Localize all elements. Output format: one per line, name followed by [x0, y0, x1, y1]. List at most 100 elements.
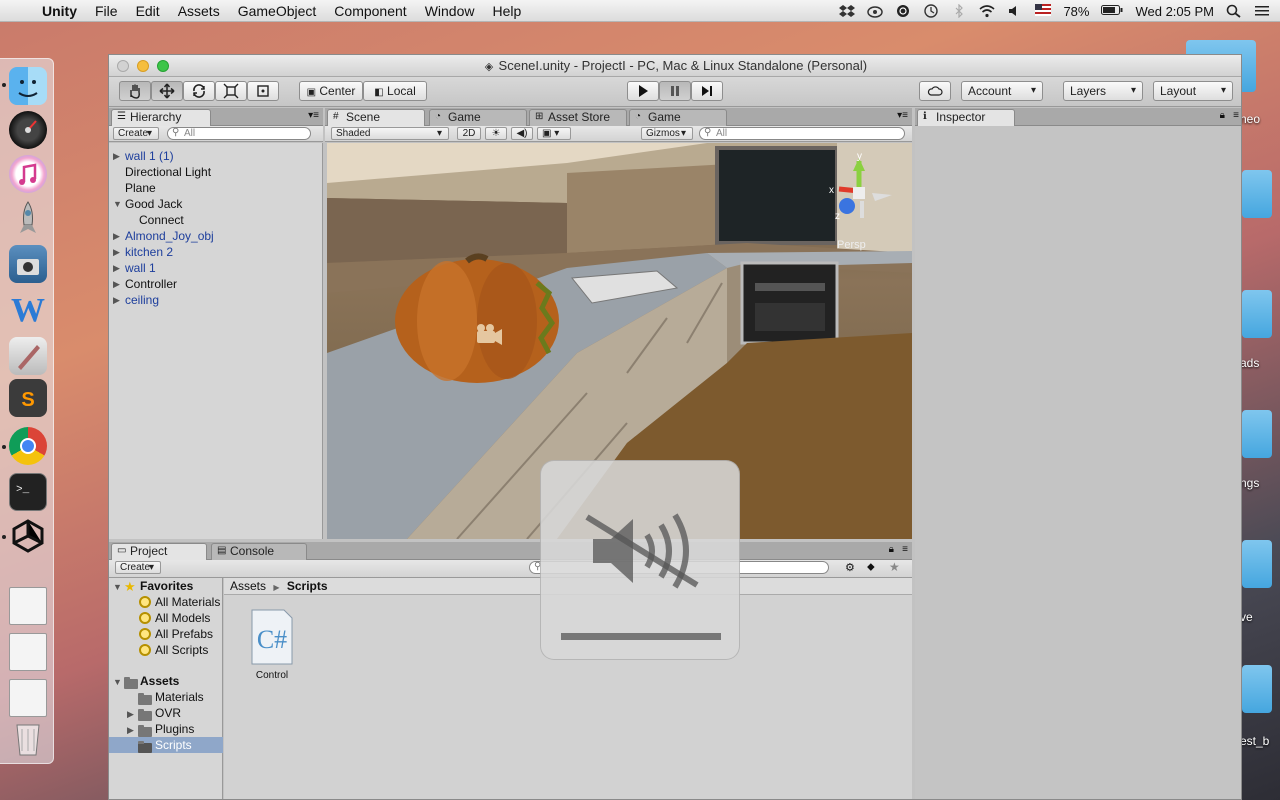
- menu-component[interactable]: Component: [334, 3, 406, 19]
- wifi-icon[interactable]: [979, 4, 995, 18]
- menu-edit[interactable]: Edit: [136, 3, 160, 19]
- dashboard-icon[interactable]: [9, 111, 47, 149]
- pause-button[interactable]: [659, 81, 691, 101]
- desktop-folder-icon[interactable]: [1242, 665, 1272, 713]
- favorite-star-icon[interactable]: ★: [889, 560, 900, 574]
- document-thumbnail-icon[interactable]: [9, 587, 47, 625]
- spotlight-search-icon[interactable]: [1226, 4, 1242, 18]
- hierarchy-search-input[interactable]: All: [167, 127, 311, 140]
- tab-scene[interactable]: # Scene: [327, 109, 425, 127]
- layout-dropdown[interactable]: Layout: [1153, 81, 1233, 101]
- lock-icon[interactable]: 🔒︎: [889, 544, 894, 555]
- menu-gameobject[interactable]: GameObject: [238, 3, 317, 19]
- folder-plugins[interactable]: Plugins: [155, 721, 194, 737]
- tab-game[interactable]: ◔ Game: [429, 109, 527, 126]
- hierarchy-item[interactable]: kitchen 2: [125, 244, 173, 260]
- zoom-button[interactable]: [157, 60, 169, 72]
- finder-icon[interactable]: [9, 67, 47, 105]
- favorite-all-scripts[interactable]: All Scripts: [155, 642, 208, 658]
- terminal-icon[interactable]: >_: [9, 473, 47, 511]
- pencil-app-icon[interactable]: [9, 337, 47, 375]
- chrome-icon[interactable]: [9, 427, 47, 465]
- menubar-clock[interactable]: Wed 2:05 PM: [1135, 4, 1214, 19]
- expand-triangle-icon[interactable]: ▶: [113, 231, 120, 242]
- document-thumbnail-icon[interactable]: [9, 633, 47, 671]
- persp-label[interactable]: Persp: [837, 239, 866, 251]
- creative-cloud-icon[interactable]: [895, 4, 911, 18]
- hierarchy-item[interactable]: Controller: [125, 276, 177, 292]
- breadcrumb-scripts[interactable]: Scripts: [287, 579, 328, 593]
- expand-triangle-icon[interactable]: ▶: [113, 295, 120, 306]
- pivot-center-button[interactable]: ▣ Center: [299, 81, 363, 101]
- expand-triangle-icon[interactable]: ▶: [113, 247, 120, 258]
- gizmo-z-axis[interactable]: [839, 198, 855, 214]
- move-tool-button[interactable]: [151, 81, 183, 101]
- unity-icon[interactable]: [9, 517, 47, 555]
- launchpad-rocket-icon[interactable]: [9, 199, 47, 237]
- folder-ovr[interactable]: OVR: [155, 705, 181, 721]
- layers-dropdown[interactable]: Layers: [1063, 81, 1143, 101]
- hierarchy-item[interactable]: Plane: [125, 180, 156, 196]
- image-capture-icon[interactable]: [9, 245, 47, 283]
- project-create-dropdown[interactable]: Create: [115, 561, 161, 574]
- notification-center-icon[interactable]: [1254, 4, 1270, 18]
- tab-console[interactable]: ▤ Console: [211, 543, 307, 560]
- scene-audio-toggle[interactable]: ◀): [511, 127, 533, 140]
- step-button[interactable]: [691, 81, 723, 101]
- word-icon[interactable]: W: [9, 291, 47, 329]
- shading-mode-dropdown[interactable]: Shaded: [331, 127, 449, 140]
- document-thumbnail-icon[interactable]: [9, 679, 47, 717]
- time-machine-icon[interactable]: [923, 4, 939, 18]
- dropbox-icon[interactable]: [839, 4, 856, 18]
- favorite-all-materials[interactable]: All Materials: [155, 594, 220, 610]
- menu-assets[interactable]: Assets: [178, 3, 220, 19]
- hierarchy-item[interactable]: ceiling: [125, 292, 159, 308]
- desktop-label[interactable]: ads: [1240, 356, 1259, 370]
- desktop-label[interactable]: est_b: [1240, 734, 1269, 748]
- filter-by-type-icon[interactable]: ⚙: [845, 561, 855, 574]
- tab-project[interactable]: ▭ Project: [111, 543, 207, 561]
- desktop-folder-icon[interactable]: [1242, 540, 1272, 588]
- expand-triangle-icon[interactable]: ▶: [113, 151, 120, 162]
- scene-lighting-toggle[interactable]: ☀: [485, 127, 507, 140]
- breadcrumb-assets[interactable]: Assets: [230, 579, 266, 593]
- scene-effects-toggle[interactable]: ▣ ▾: [537, 127, 571, 140]
- tab-hierarchy[interactable]: ☰ Hierarchy: [111, 109, 211, 127]
- hierarchy-item[interactable]: Directional Light: [125, 164, 211, 180]
- desktop-folder-icon[interactable]: [1242, 410, 1272, 458]
- bluetooth-icon[interactable]: [951, 3, 967, 19]
- scale-tool-button[interactable]: [215, 81, 247, 101]
- scene-search-input[interactable]: All: [699, 127, 905, 140]
- close-button[interactable]: [117, 60, 129, 72]
- expand-triangle-icon[interactable]: ▼: [113, 677, 122, 687]
- minimize-button[interactable]: [137, 60, 149, 72]
- window-titlebar[interactable]: ◈ SceneI.unity - ProjectI - PC, Mac & Li…: [109, 55, 1241, 77]
- itunes-icon[interactable]: [9, 155, 47, 193]
- app-menu-unity[interactable]: Unity: [42, 3, 77, 19]
- expand-triangle-icon[interactable]: ▶: [113, 263, 120, 274]
- panel-menu-icon[interactable]: ≡: [902, 544, 908, 555]
- volume-icon[interactable]: [1007, 4, 1023, 18]
- toggle-2d-button[interactable]: 2D: [457, 127, 481, 140]
- rotate-tool-button[interactable]: [183, 81, 215, 101]
- panel-menu-icon[interactable]: ▾≡: [308, 110, 319, 121]
- sublime-text-icon[interactable]: S: [9, 379, 47, 417]
- expand-triangle-icon[interactable]: ▶: [127, 725, 134, 736]
- hand-tool-button[interactable]: [119, 81, 151, 101]
- folder-materials[interactable]: Materials: [155, 689, 204, 705]
- favorites-header[interactable]: Favorites: [140, 578, 193, 594]
- folder-scripts[interactable]: Scripts: [155, 737, 192, 753]
- tab-asset-store[interactable]: ⊞ Asset Store: [529, 109, 627, 126]
- hierarchy-item[interactable]: wall 1 (1): [125, 148, 174, 164]
- hierarchy-item[interactable]: Almond_Joy_obj: [125, 228, 214, 244]
- desktop-label[interactable]: ngs: [1240, 476, 1259, 490]
- favorite-all-models[interactable]: All Models: [155, 610, 210, 626]
- hierarchy-item[interactable]: wall 1: [125, 260, 156, 276]
- desktop-folder-icon[interactable]: [1242, 290, 1272, 338]
- panel-menu-icon[interactable]: ≡: [1233, 110, 1239, 121]
- us-flag-input-icon[interactable]: [1035, 4, 1052, 18]
- desktop-folder-icon[interactable]: [1242, 170, 1272, 218]
- filter-by-label-icon[interactable]: ⬥: [867, 561, 875, 574]
- panel-menu-icon[interactable]: ▾≡: [897, 110, 908, 121]
- hierarchy-item[interactable]: Connect: [139, 212, 184, 228]
